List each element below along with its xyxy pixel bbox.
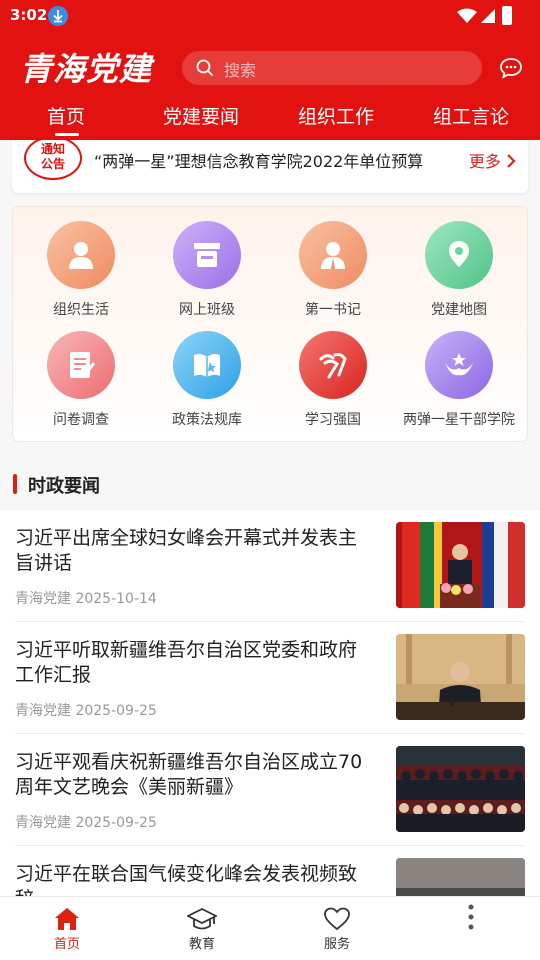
signal-icons (456, 8, 506, 24)
nav-home[interactable]: 首页 (22, 903, 112, 959)
news-meta: 青海党建 2025-09-25 (15, 812, 157, 832)
notice-more-link[interactable]: 更多 (469, 148, 516, 172)
chevron-right-icon (507, 154, 516, 168)
tab-organization-work[interactable]: 组织工作 (298, 102, 374, 129)
download-icon (48, 6, 68, 26)
grid-label: 两弹一星干部学院 (403, 412, 515, 428)
news-date: 2025-10-14 (75, 591, 157, 607)
nav-education[interactable]: 教育 (157, 903, 247, 959)
status-time: 3:02 (10, 6, 48, 24)
person-icon (47, 221, 115, 289)
news-thumbnail (396, 634, 525, 720)
graduation-cap-icon (187, 907, 217, 930)
grid-item-online-class[interactable]: 网上班级 (142, 209, 272, 319)
battery-icon (502, 6, 512, 25)
search-icon (196, 59, 214, 77)
more-dots-icon[interactable] (468, 903, 474, 937)
nav-service[interactable]: 服务 (292, 903, 382, 959)
grid-item-survey[interactable]: 问卷调查 (16, 319, 146, 429)
grid-item-academy[interactable]: 两弹一星干部学院 (394, 319, 524, 429)
nav-home-label: 首页 (53, 937, 80, 952)
book-icon (173, 331, 241, 399)
xuexi-icon (299, 331, 367, 399)
grid-label: 组织生活 (53, 302, 109, 318)
tab-home[interactable]: 首页 (47, 102, 85, 129)
news-source: 青海党建 (15, 703, 71, 719)
notice-bar[interactable]: 通知 公告 “两弹一星”理想信念教育学院2022年单位预算 更多 (12, 136, 528, 193)
grid-item-first-secretary[interactable]: 第一书记 (268, 209, 398, 319)
search-bar[interactable]: 搜索 (182, 51, 482, 85)
news-meta: 青海党建 2025-10-14 (15, 588, 157, 608)
grid-item-policy-library[interactable]: 政策法规库 (142, 319, 272, 429)
grid-label: 第一书记 (305, 302, 361, 318)
grid-label: 问卷调查 (53, 412, 109, 428)
list-item[interactable]: 习近平出席全球妇女峰会开幕式并发表主旨讲话 青海党建 2025-10-14 (15, 510, 525, 622)
grid-label: 党建地图 (431, 302, 487, 318)
news-date: 2025-09-25 (75, 815, 157, 831)
tab-party-news[interactable]: 党建要闻 (163, 102, 239, 129)
home-icon (55, 908, 79, 930)
search-placeholder: 搜索 (224, 61, 257, 80)
grid-label: 网上班级 (179, 302, 235, 318)
tab-commentary[interactable]: 组工言论 (433, 102, 509, 129)
grid-item-xuexi[interactable]: 学习强国 (268, 319, 398, 429)
grid-label: 学习强国 (305, 412, 361, 428)
heart-icon (324, 907, 350, 931)
message-icon[interactable] (499, 57, 523, 79)
more-label: 更多 (468, 152, 501, 171)
classroom-icon (173, 221, 241, 289)
map-pin-icon (425, 221, 493, 289)
bottom-nav: 首页 教育 服务 (0, 896, 540, 960)
academy-emblem-icon (425, 331, 493, 399)
news-title: 习近平听取新疆维吾尔自治区党委和政府工作汇报 (15, 639, 358, 686)
grid-item-party-map[interactable]: 党建地图 (394, 209, 524, 319)
list-item[interactable]: 习近平观看庆祝新疆维吾尔自治区成立70周年文艺晚会《美丽新疆》 青海党建 202… (15, 734, 525, 846)
notice-badge-line2: 公告 (40, 157, 65, 171)
news-thumbnail (396, 522, 525, 608)
news-source: 青海党建 (15, 591, 71, 607)
nav-education-label: 教育 (188, 937, 215, 952)
list-item[interactable]: 习近平听取新疆维吾尔自治区党委和政府工作汇报 青海党建 2025-09-25 (15, 622, 525, 734)
section-marker (13, 474, 17, 494)
section-title: 时政要闻 (28, 476, 100, 497)
news-date: 2025-09-25 (75, 703, 157, 719)
news-thumbnail (396, 746, 525, 832)
news-source: 青海党建 (15, 815, 71, 831)
notice-text[interactable]: “两弹一星”理想信念教育学院2022年单位预算 (94, 148, 423, 172)
app-header: 3:02 青海党建 搜索 首页 党建要闻 组织工作 组工言论 (0, 0, 540, 140)
app-logo: 青海党建 (20, 50, 153, 88)
status-bar: 3:02 (0, 0, 540, 32)
news-meta: 青海党建 2025-09-25 (15, 700, 157, 720)
survey-icon (47, 331, 115, 399)
category-tabs: 首页 党建要闻 组织工作 组工言论 (0, 96, 540, 140)
feature-grid: 组织生活 网上班级 第一书记 党建地图 问卷调查 政策法规库 学习强国 两弹一星… (12, 206, 528, 442)
notice-badge-line1: 通知 (40, 142, 65, 156)
news-title: 习近平观看庆祝新疆维吾尔自治区成立70周年文艺晚会《美丽新疆》 (15, 751, 363, 798)
nav-service-label: 服务 (323, 937, 350, 952)
news-list: 习近平出席全球妇女峰会开幕式并发表主旨讲话 青海党建 2025-10-14 习近… (0, 510, 540, 958)
grid-item-org-life[interactable]: 组织生活 (16, 209, 146, 319)
notice-badge: 通知 公告 (24, 136, 82, 180)
grid-label: 政策法规库 (172, 412, 242, 428)
secretary-icon (299, 221, 367, 289)
news-title: 习近平出席全球妇女峰会开幕式并发表主旨讲话 (15, 527, 358, 574)
